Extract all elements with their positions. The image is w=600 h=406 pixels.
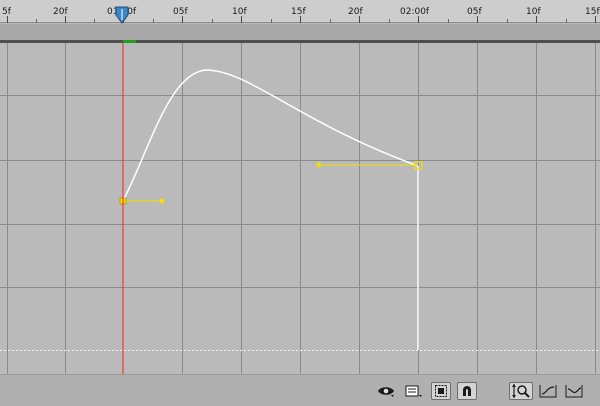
ruler-major-tick [359, 16, 360, 23]
eye-icon[interactable] [376, 382, 396, 400]
ruler-major-tick [65, 16, 66, 23]
graph-editor-toolbar [0, 374, 600, 406]
ruler-major-tick [7, 16, 8, 23]
ruler-major-tick [300, 16, 301, 23]
ruler-minor-tick [566, 19, 567, 23]
ruler-label: 15f [585, 7, 600, 17]
playhead-handle[interactable] [114, 6, 130, 24]
ruler-major-tick [477, 16, 478, 23]
ruler-minor-tick [36, 19, 37, 23]
ruler-label: 05f [173, 7, 188, 17]
snap-icon[interactable] [457, 382, 477, 400]
graph-gridlines [0, 43, 600, 374]
ruler-label: 05f [467, 7, 482, 17]
ruler-minor-tick [448, 19, 449, 23]
ruler-label: 10f [526, 7, 541, 17]
graph-type-icon[interactable] [404, 382, 424, 400]
value-curve [122, 69, 419, 202]
ruler-minor-tick [330, 19, 331, 23]
ruler-major-tick [182, 16, 183, 23]
fit-all-icon[interactable] [563, 382, 585, 400]
time-ruler[interactable]: 5f 20f 01:00f 05f 10f 15f 20f 02:00f 05f… [0, 0, 600, 24]
ruler-major-tick [536, 16, 537, 23]
ruler-label: 20f [348, 7, 363, 17]
bezier-handle-point [316, 162, 322, 168]
work-area-bar[interactable] [0, 24, 600, 43]
ruler-minor-tick [212, 19, 213, 23]
ruler-major-tick [241, 16, 242, 23]
ruler-label: 15f [291, 7, 306, 17]
ruler-minor-tick [507, 19, 508, 23]
ruler-label: 10f [232, 7, 247, 17]
ruler-major-tick [418, 16, 419, 23]
ruler-major-tick [595, 16, 596, 23]
ruler-minor-tick [389, 19, 390, 23]
graph-editor-area[interactable] [0, 43, 600, 374]
ruler-minor-tick [94, 19, 95, 23]
ruler-label: 02:00f [400, 7, 430, 17]
bezier-handle-point [159, 198, 165, 204]
show-transform-box-icon[interactable] [431, 382, 451, 400]
ruler-minor-tick [271, 19, 272, 23]
ruler-minor-tick [153, 19, 154, 23]
fit-selection-icon[interactable] [537, 382, 559, 400]
fit-to-view-icon[interactable] [509, 382, 533, 400]
